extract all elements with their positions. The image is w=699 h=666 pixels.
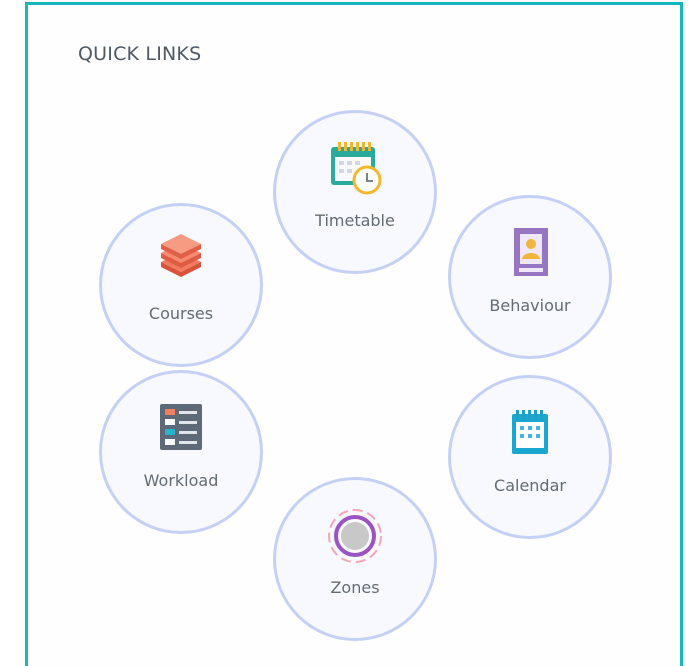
- workload-link[interactable]: Workload: [99, 370, 263, 534]
- calendar-icon: [498, 404, 562, 464]
- workload-label: Workload: [143, 471, 219, 490]
- panel-title: QUICK LINKS: [78, 43, 202, 65]
- behaviour-profile-icon: [498, 224, 562, 284]
- courses-link[interactable]: Courses: [99, 203, 263, 367]
- calendar-label: Calendar: [494, 476, 566, 495]
- calendar-link[interactable]: Calendar: [448, 375, 612, 539]
- zones-target-icon: [323, 506, 387, 566]
- behaviour-link[interactable]: Behaviour: [448, 195, 612, 359]
- quick-links-panel: QUICK LINKS Timetable Courses Behaviour …: [25, 2, 683, 666]
- timetable-label: Timetable: [315, 211, 395, 230]
- courses-stack-icon: [149, 232, 213, 292]
- timetable-icon: [323, 139, 387, 199]
- behaviour-label: Behaviour: [489, 296, 571, 315]
- timetable-link[interactable]: Timetable: [273, 110, 437, 274]
- zones-label: Zones: [330, 578, 380, 597]
- zones-link[interactable]: Zones: [273, 477, 437, 641]
- courses-label: Courses: [148, 304, 214, 323]
- workload-list-icon: [149, 399, 213, 459]
